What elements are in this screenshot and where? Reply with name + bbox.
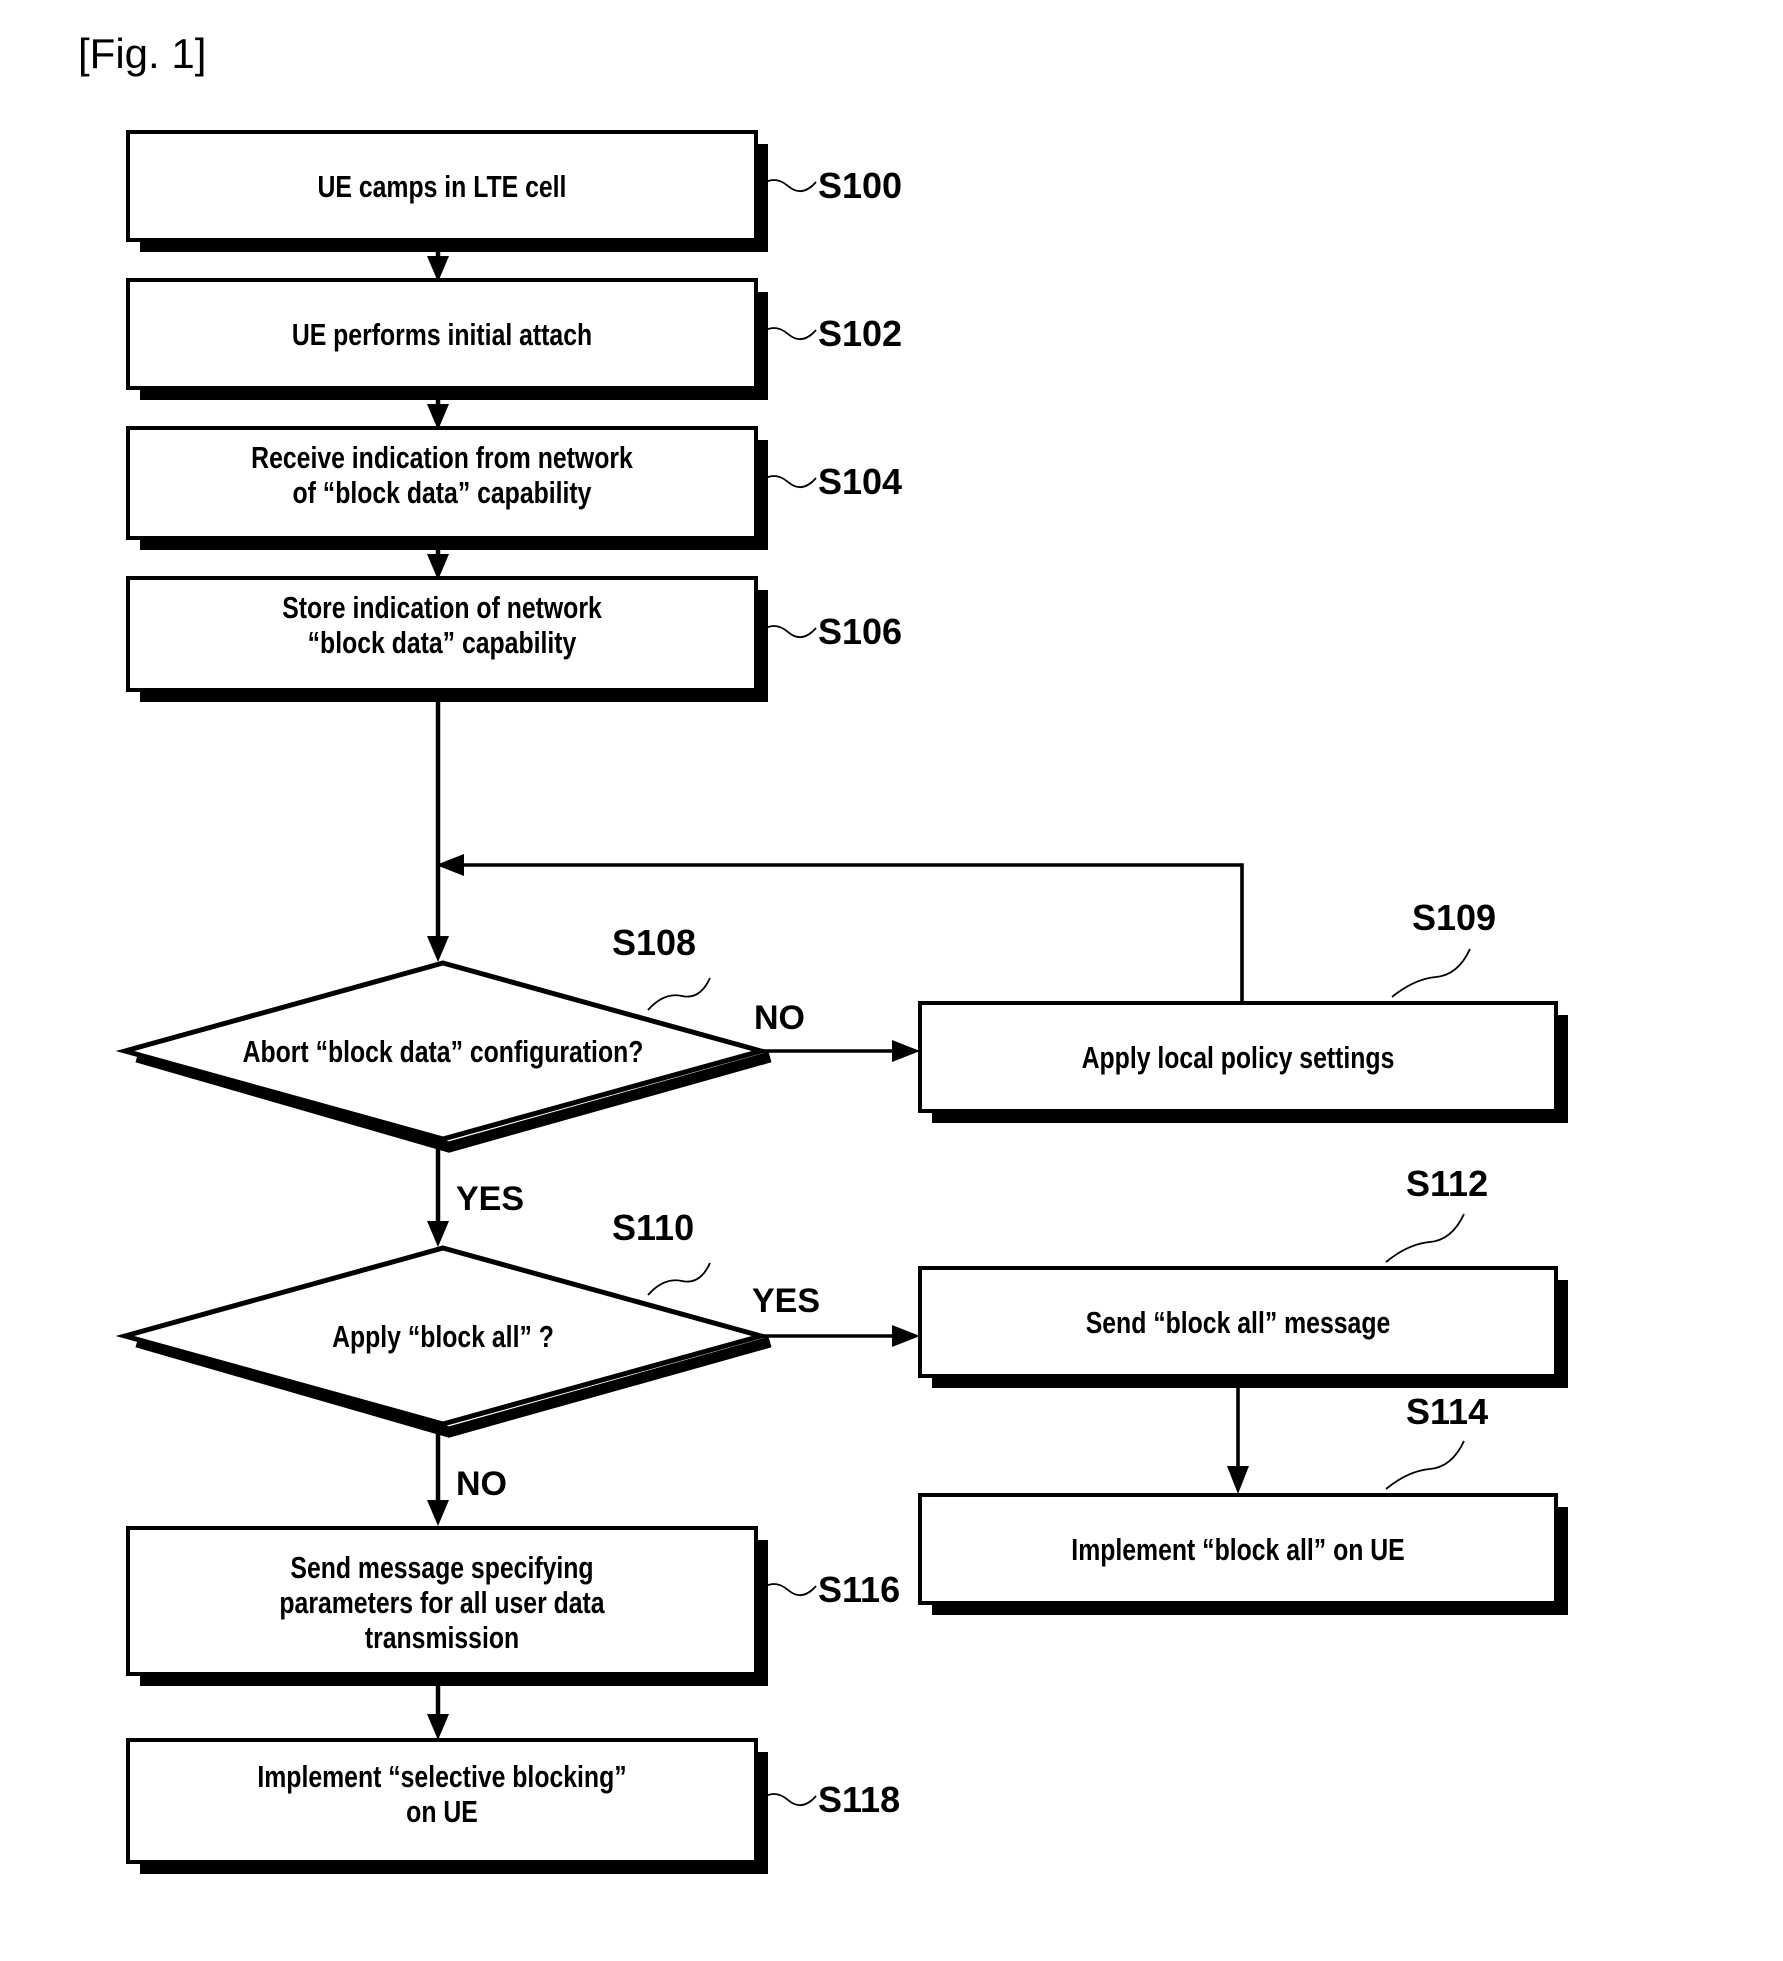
node-S108-line-0: Abort “block data” configuration? (243, 1034, 644, 1068)
leader-S112 (1385, 1213, 1465, 1263)
edge-s110-s112 (761, 1325, 920, 1347)
step-label-S110: S110 (612, 1207, 694, 1248)
flowchart-canvas: [Fig. 1] UE camps in LTE cell S100 UE pe… (78, 30, 1568, 1874)
node-S118: Implement “selective blocking” on UE (126, 1738, 768, 1874)
node-S104-line-0: Receive indication from network (251, 440, 633, 474)
node-S116-line-0: Send message specifying (290, 1550, 593, 1584)
node-S118-line-1: on UE (406, 1794, 478, 1828)
step-label-S114: S114 (1406, 1391, 1488, 1432)
leader-S118 (759, 1793, 817, 1806)
leader-S100 (759, 179, 817, 192)
leader-S108 (647, 977, 711, 1011)
edge-s108-s110 (427, 1139, 449, 1247)
branch-label-s110-yes: YES (752, 1282, 820, 1320)
node-S104: Receive indication from network of “bloc… (126, 426, 768, 550)
node-S108: Abort “block data” configuration? (115, 960, 772, 1153)
step-label-S118: S118 (818, 1779, 900, 1820)
node-S116-line-2: transmission (365, 1620, 519, 1654)
step-label-S116: S116 (818, 1569, 900, 1610)
edge-s106-s108 (427, 700, 449, 962)
edge-s110-s116 (427, 1424, 449, 1526)
leader-S106 (759, 625, 817, 638)
node-S114: Implement “block all” on UE (918, 1493, 1568, 1615)
node-S104-line-1: of “block data” capability (293, 475, 592, 509)
node-S100-line-0: UE camps in LTE cell (318, 169, 567, 203)
leader-S116 (759, 1583, 817, 1596)
step-label-S104: S104 (818, 461, 902, 502)
node-S100: UE camps in LTE cell (126, 130, 768, 252)
leader-S102 (759, 327, 817, 340)
node-S118-line-0: Implement “selective blocking” (257, 1759, 626, 1793)
step-label-S102: S102 (818, 313, 902, 354)
node-S106: Store indication of network “block data”… (126, 576, 768, 702)
branch-label-s110-no: NO (456, 1465, 507, 1503)
leader-S109 (1391, 948, 1471, 998)
leader-S110 (647, 1262, 711, 1296)
node-S102: UE performs initial attach (126, 278, 768, 400)
step-label-S106: S106 (818, 611, 902, 652)
figure-root: [Fig. 1] UE camps in LTE cell S100 UE pe… (0, 0, 1783, 1961)
node-S116: Send message specifying parameters for a… (126, 1526, 768, 1686)
node-S106-line-0: Store indication of network (282, 590, 602, 624)
step-label-S100: S100 (818, 165, 902, 206)
node-S116-line-1: parameters for all user data (279, 1585, 605, 1619)
node-S112-line-0: Send “block all” message (1086, 1305, 1391, 1339)
edge-s112-s114 (1227, 1376, 1249, 1494)
step-label-S109: S109 (1412, 897, 1496, 938)
edge-s109-loop-back (436, 854, 1244, 1003)
leader-S104 (759, 475, 817, 488)
node-S114-line-0: Implement “block all” on UE (1071, 1532, 1404, 1566)
leader-S114 (1385, 1440, 1465, 1490)
node-S102-line-0: UE performs initial attach (292, 317, 592, 351)
node-S112: Send “block all” message (918, 1266, 1568, 1388)
figure-title: [Fig. 1] (78, 30, 206, 77)
node-S106-line-1: “block data” capability (308, 625, 577, 659)
edge-s108-s109 (761, 1040, 920, 1062)
node-S109: Apply local policy settings (918, 1001, 1568, 1123)
node-S110: Apply “block all” ? (115, 1245, 772, 1438)
node-S109-line-0: Apply local policy settings (1082, 1040, 1395, 1074)
branch-label-s108-yes: YES (456, 1180, 524, 1218)
step-label-S112: S112 (1406, 1163, 1488, 1204)
node-S110-line-0: Apply “block all” ? (332, 1319, 554, 1353)
step-label-S108: S108 (612, 922, 696, 963)
branch-label-s108-no: NO (754, 999, 805, 1037)
